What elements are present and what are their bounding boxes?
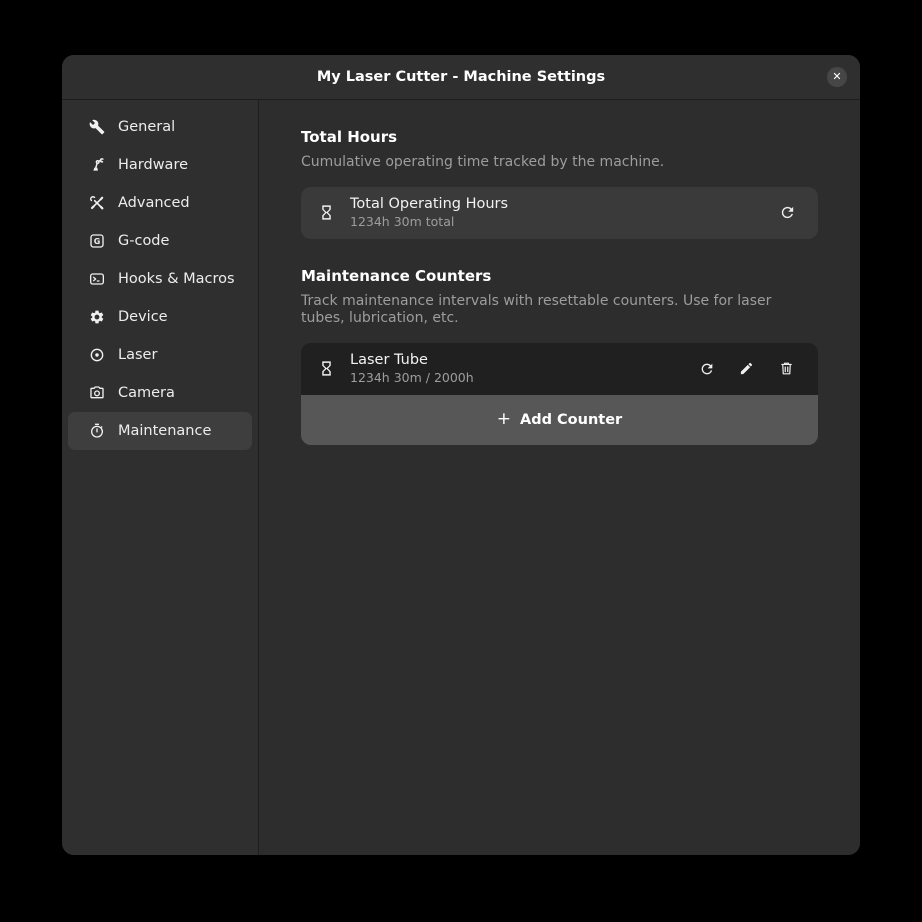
total-hours-section: Total Hours Cumulative operating time tr… xyxy=(301,128,818,239)
sidebar-item-label: Hardware xyxy=(118,157,188,173)
refresh-icon xyxy=(777,204,799,221)
reset-counter-button[interactable] xyxy=(705,359,721,379)
reset-total-hours-button[interactable] xyxy=(786,203,802,223)
sidebar-item-label: Device xyxy=(118,309,168,325)
laser-dot-icon xyxy=(89,347,105,363)
sidebar-item-label: Hooks & Macros xyxy=(118,271,235,287)
crossed-tools-icon xyxy=(89,195,105,211)
counter-card: Laser Tube 1234h 30m / 2000h xyxy=(301,343,818,445)
total-hours-heading: Total Hours xyxy=(301,128,818,146)
sidebar-item-maintenance[interactable]: Maintenance xyxy=(68,412,252,450)
maintenance-counters-description: Track maintenance intervals with resetta… xyxy=(301,293,801,328)
counter-row-laser-tube: Laser Tube 1234h 30m / 2000h xyxy=(301,343,818,395)
sidebar-item-advanced[interactable]: Advanced xyxy=(68,184,252,222)
sidebar-item-hooks-macros[interactable]: Hooks & Macros xyxy=(68,260,252,298)
maintenance-counters-section: Maintenance Counters Track maintenance i… xyxy=(301,267,818,445)
trash-icon xyxy=(776,361,798,376)
hourglass-icon xyxy=(315,204,337,221)
window-title: My Laser Cutter - Machine Settings xyxy=(317,69,605,85)
hourglass-icon xyxy=(315,360,337,377)
settings-content: Total Hours Cumulative operating time tr… xyxy=(259,100,860,855)
row-title: Total Operating Hours xyxy=(350,195,786,214)
camera-icon xyxy=(89,385,105,401)
sidebar-item-label: General xyxy=(118,119,175,135)
add-counter-label: Add Counter xyxy=(520,412,622,428)
sidebar-item-label: Laser xyxy=(118,347,157,363)
close-button[interactable]: ✕ xyxy=(827,67,847,87)
svg-text:G: G xyxy=(94,237,101,246)
sidebar-item-device[interactable]: Device xyxy=(68,298,252,336)
counter-title: Laser Tube xyxy=(350,351,705,370)
sidebar-item-camera[interactable]: Camera xyxy=(68,374,252,412)
row-subtitle: 1234h 30m total xyxy=(350,214,786,230)
gcode-icon: G xyxy=(89,233,105,249)
delete-counter-button[interactable] xyxy=(785,359,801,379)
edit-counter-button[interactable] xyxy=(745,359,761,379)
total-operating-hours-row: Total Operating Hours 1234h 30m total xyxy=(301,187,818,239)
sidebar-item-hardware[interactable]: Hardware xyxy=(68,146,252,184)
wrench-icon xyxy=(89,119,105,135)
total-hours-description: Cumulative operating time tracked by the… xyxy=(301,154,801,172)
sidebar-item-label: G-code xyxy=(118,233,169,249)
window-body: General Hardware xyxy=(62,100,860,855)
counter-actions xyxy=(705,359,802,379)
counter-subtitle: 1234h 30m / 2000h xyxy=(350,370,705,386)
stopwatch-icon xyxy=(89,423,105,439)
pencil-icon xyxy=(736,361,758,376)
maintenance-counters-heading: Maintenance Counters xyxy=(301,267,818,285)
sidebar-item-gcode[interactable]: G G-code xyxy=(68,222,252,260)
terminal-icon xyxy=(89,271,105,287)
row-text: Total Operating Hours 1234h 30m total xyxy=(350,195,786,230)
row-text: Laser Tube 1234h 30m / 2000h xyxy=(350,351,705,386)
headerbar: My Laser Cutter - Machine Settings ✕ xyxy=(62,55,860,100)
sidebar-item-laser[interactable]: Laser xyxy=(68,336,252,374)
close-icon: ✕ xyxy=(832,72,841,83)
sidebar-item-label: Camera xyxy=(118,385,175,401)
robot-arm-icon xyxy=(89,157,105,173)
plus-icon: + xyxy=(497,411,511,428)
add-counter-button[interactable]: + Add Counter xyxy=(301,395,818,445)
machine-settings-dialog: My Laser Cutter - Machine Settings ✕ Gen… xyxy=(62,55,860,855)
sidebar-item-label: Advanced xyxy=(118,195,190,211)
refresh-icon xyxy=(696,361,718,377)
gear-icon xyxy=(89,309,105,325)
sidebar-item-general[interactable]: General xyxy=(68,108,252,146)
sidebar-item-label: Maintenance xyxy=(118,423,211,439)
sidebar: General Hardware xyxy=(62,100,259,855)
